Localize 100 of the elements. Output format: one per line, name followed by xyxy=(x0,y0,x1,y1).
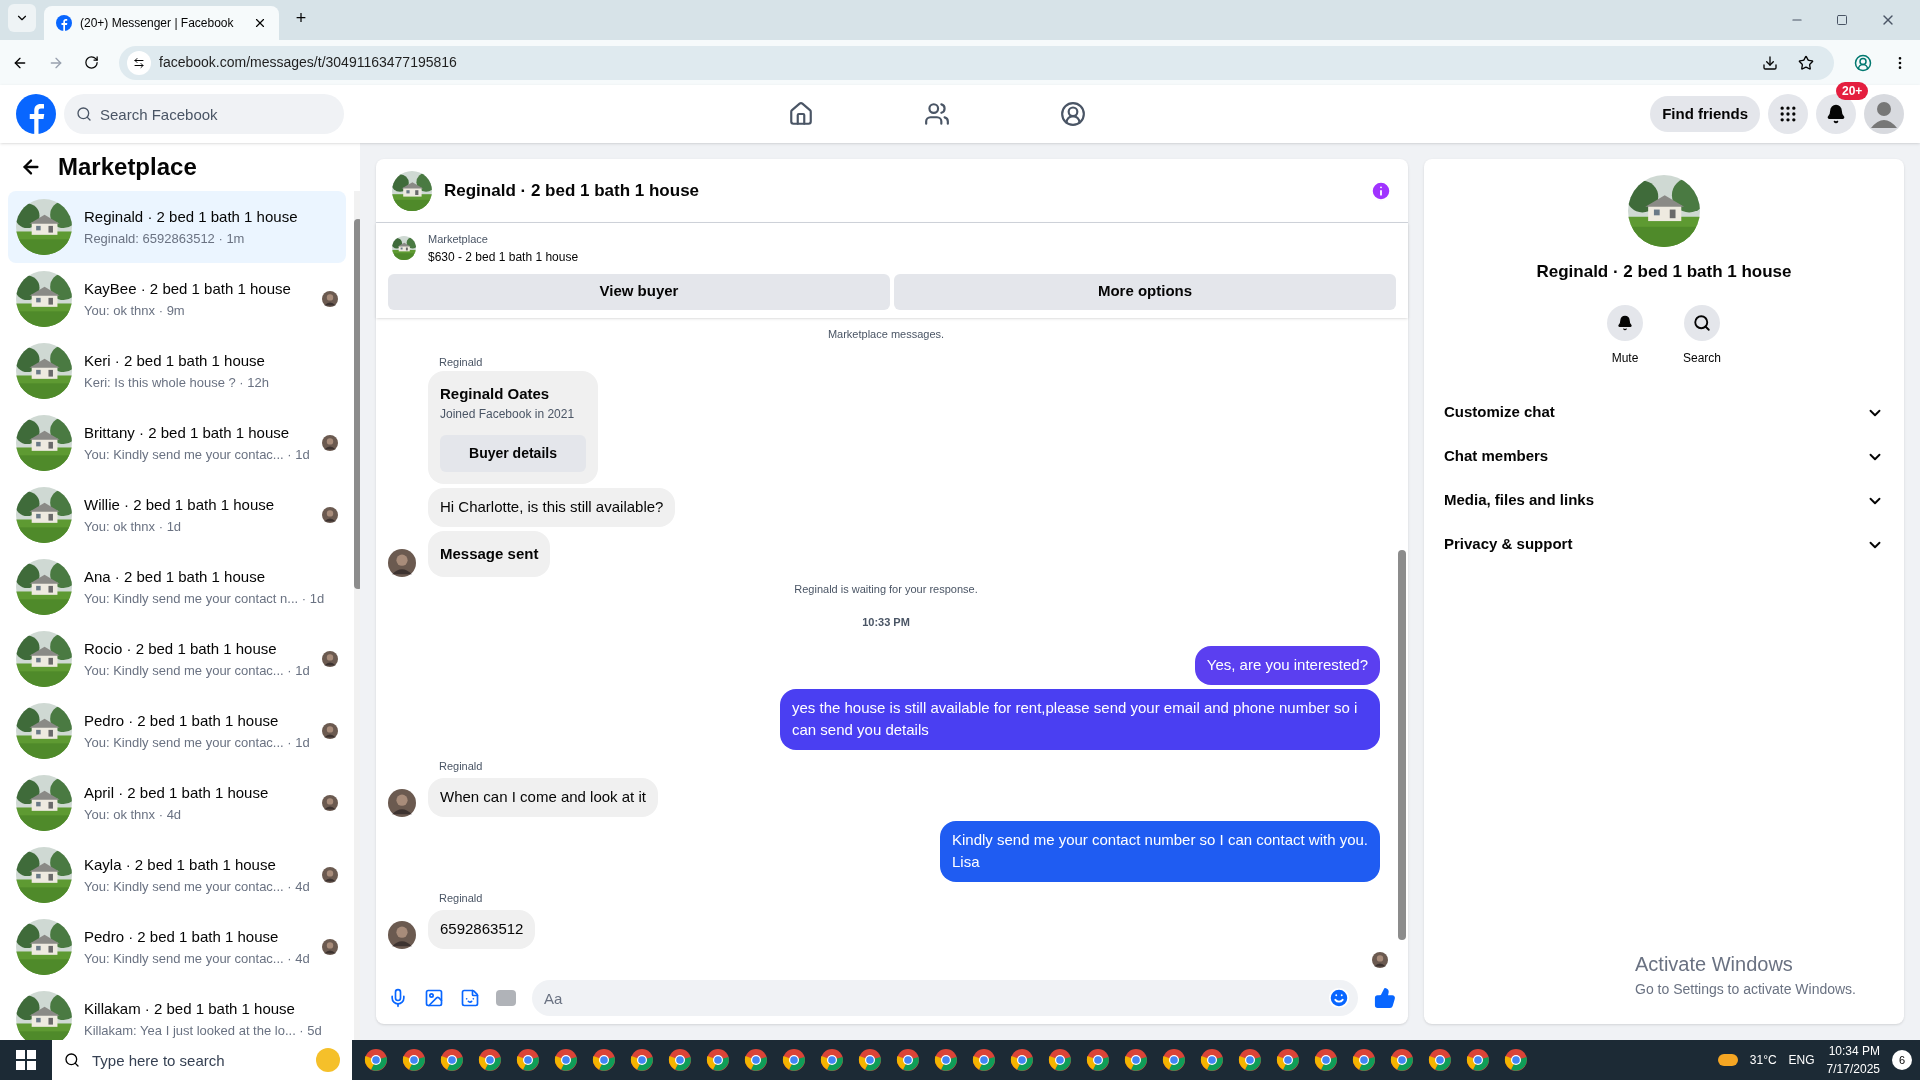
details-section[interactable]: Privacy & support xyxy=(1440,522,1888,567)
conversation-item[interactable]: Reginald · 2 bed 1 bath 1 house Reginald: 6592863512 · 1m xyxy=(8,191,346,263)
browser-icon[interactable] xyxy=(1428,1048,1452,1072)
like-icon[interactable] xyxy=(1374,987,1396,1009)
details-section[interactable]: Chat members xyxy=(1440,434,1888,479)
browser-icon[interactable] xyxy=(364,1048,388,1072)
conversation-item[interactable]: Pedro · 2 bed 1 bath 1 house You: Kindly send me your contac... · 4d xyxy=(8,911,346,983)
menu-button[interactable] xyxy=(1768,94,1808,134)
conversation-preview: You: Kindly send me your contac... · 4d xyxy=(84,877,310,896)
language-text[interactable]: ENG xyxy=(1788,1051,1815,1069)
browser-tab[interactable]: (20+) Messenger | Facebook xyxy=(44,6,279,40)
conversation-preview: You: Kindly send me your contact n... · 1d xyxy=(84,589,326,608)
browser-icon[interactable] xyxy=(782,1048,806,1072)
browser-icon[interactable] xyxy=(1504,1048,1528,1072)
conversation-title: Keri · 2 bed 1 bath 1 house xyxy=(84,351,266,371)
friends-icon[interactable] xyxy=(924,101,951,127)
browser-icon[interactable] xyxy=(440,1048,464,1072)
details-section[interactable]: Media, files and links xyxy=(1440,478,1888,523)
browser-icon[interactable] xyxy=(1314,1048,1338,1072)
bookmark-star-icon[interactable] xyxy=(1798,54,1814,71)
browser-icon[interactable] xyxy=(1086,1048,1110,1072)
restore-icon[interactable] xyxy=(1836,14,1848,26)
browser-icon[interactable] xyxy=(630,1048,654,1072)
browser-icon[interactable] xyxy=(1010,1048,1034,1072)
conversation-item[interactable]: April · 2 bed 1 bath 1 house You: ok thnx · 4d xyxy=(8,767,346,839)
install-icon[interactable] xyxy=(1762,54,1778,71)
emoji-icon xyxy=(316,1048,340,1072)
sidebar-title: Marketplace xyxy=(58,152,197,182)
browser-icon[interactable] xyxy=(1390,1048,1414,1072)
listing-action-button[interactable]: More options xyxy=(894,273,1396,310)
conversation-title: Willie · 2 bed 1 bath 1 house xyxy=(84,495,276,515)
scrollbar[interactable] xyxy=(353,191,360,1040)
incoming-message: Hi Charlotte, is this still available? xyxy=(428,488,676,527)
browser-icon[interactable] xyxy=(478,1048,502,1072)
notification-count[interactable]: 6 xyxy=(1892,1050,1912,1070)
sender-name: Reginald xyxy=(439,890,484,906)
details-section[interactable]: Customize chat xyxy=(1440,390,1888,435)
notifications-button[interactable] xyxy=(1816,94,1856,134)
address-bar[interactable]: facebook.com/messages/t/30491163477195816 xyxy=(119,45,1834,80)
conversation-item[interactable]: Pedro · 2 bed 1 bath 1 house You: Kindly send me your contac... · 1d xyxy=(8,695,346,767)
conversation-title: KayBee · 2 bed 1 bath 1 house xyxy=(84,279,292,299)
outgoing-message: Kindly send me your contact number so I can contact with you. Lisa xyxy=(939,820,1380,882)
reload-icon[interactable] xyxy=(84,55,99,70)
new-tab-button[interactable]: + xyxy=(287,4,315,32)
conversation-item[interactable]: Willie · 2 bed 1 bath 1 house You: ok thnx · 1d xyxy=(8,479,346,551)
site-settings-icon[interactable] xyxy=(133,56,145,69)
conversation-item[interactable]: Ana · 2 bed 1 bath 1 house You: Kindly send me your contact n... · 1d xyxy=(8,551,346,623)
search-icon xyxy=(1693,313,1711,332)
browser-icon[interactable] xyxy=(554,1048,578,1072)
browser-icon[interactable] xyxy=(668,1048,692,1072)
photo-icon[interactable] xyxy=(424,988,444,1008)
browser-icon[interactable] xyxy=(896,1048,920,1072)
emoji-icon[interactable] xyxy=(1328,987,1350,1009)
avatar-icon xyxy=(321,867,338,883)
browser-icon[interactable] xyxy=(934,1048,958,1072)
browser-icon[interactable] xyxy=(1162,1048,1186,1072)
home-icon[interactable] xyxy=(788,101,815,127)
windows-logo[interactable] xyxy=(16,1050,36,1070)
profile-avatar[interactable] xyxy=(1864,94,1904,134)
facebook-logo[interactable] xyxy=(16,94,56,134)
weather-icon[interactable] xyxy=(1717,1054,1738,1066)
conversation-title: Pedro · 2 bed 1 bath 1 house xyxy=(84,711,280,731)
browser-icon[interactable] xyxy=(516,1048,540,1072)
listing-action-button[interactable]: View buyer xyxy=(388,273,890,310)
search-field[interactable]: Search Facebook xyxy=(64,94,344,134)
browser-icon[interactable] xyxy=(402,1048,426,1072)
browser-icon[interactable] xyxy=(1276,1048,1300,1072)
close-icon[interactable] xyxy=(253,16,267,30)
browser-icon[interactable] xyxy=(744,1048,768,1072)
conversation-item[interactable]: Brittany · 2 bed 1 bath 1 house You: Kindly send me your contac... · 1d xyxy=(8,407,346,479)
conversation-item[interactable]: Keri · 2 bed 1 bath 1 house Keri: Is this whole house ? · 12h xyxy=(8,335,346,407)
info-icon[interactable] xyxy=(1370,179,1392,202)
browser-icon[interactable] xyxy=(706,1048,730,1072)
temperature-text: 31°C xyxy=(1749,1052,1777,1069)
conversation-item[interactable]: KayBee · 2 bed 1 bath 1 house You: ok thnx · 9m xyxy=(8,263,346,335)
browser-icon[interactable] xyxy=(1352,1048,1376,1072)
buyer-details-button[interactable]: Buyer details xyxy=(440,435,586,472)
sticker-icon[interactable] xyxy=(460,988,480,1008)
find-friends-button[interactable]: Find friends xyxy=(1650,96,1760,132)
clock-date: 7/17/2025 xyxy=(1826,1061,1880,1078)
browser-icon[interactable] xyxy=(972,1048,996,1072)
browser-icon[interactable] xyxy=(1048,1048,1072,1072)
browser-icon[interactable] xyxy=(1238,1048,1262,1072)
conversation-item[interactable]: Kayla · 2 bed 1 bath 1 house You: Kindly send me your contac... · 4d xyxy=(8,839,346,911)
conversation-item[interactable]: Rocio · 2 bed 1 bath 1 house You: Kindly send me your contac... · 1d xyxy=(8,623,346,695)
details-title: Reginald · 2 bed 1 bath 1 house xyxy=(1536,261,1792,283)
profile-icon[interactable] xyxy=(1854,53,1872,72)
browser-icon[interactable] xyxy=(592,1048,616,1072)
browser-icon[interactable] xyxy=(820,1048,844,1072)
browser-icon[interactable] xyxy=(1124,1048,1148,1072)
browser-icon[interactable] xyxy=(858,1048,882,1072)
taskbar-search-field[interactable]: Type here to search xyxy=(52,1040,352,1080)
notification-badge: 20+ xyxy=(1836,82,1869,100)
groups-icon[interactable] xyxy=(1060,101,1087,127)
avatar-icon xyxy=(321,795,338,811)
browser-icon[interactable] xyxy=(1200,1048,1224,1072)
browser-icon[interactable] xyxy=(1466,1048,1490,1072)
microphone-icon[interactable] xyxy=(388,988,408,1008)
chat-title: Reginald · 2 bed 1 bath 1 house xyxy=(444,179,701,202)
message-input[interactable]: Aa xyxy=(532,980,1358,1016)
